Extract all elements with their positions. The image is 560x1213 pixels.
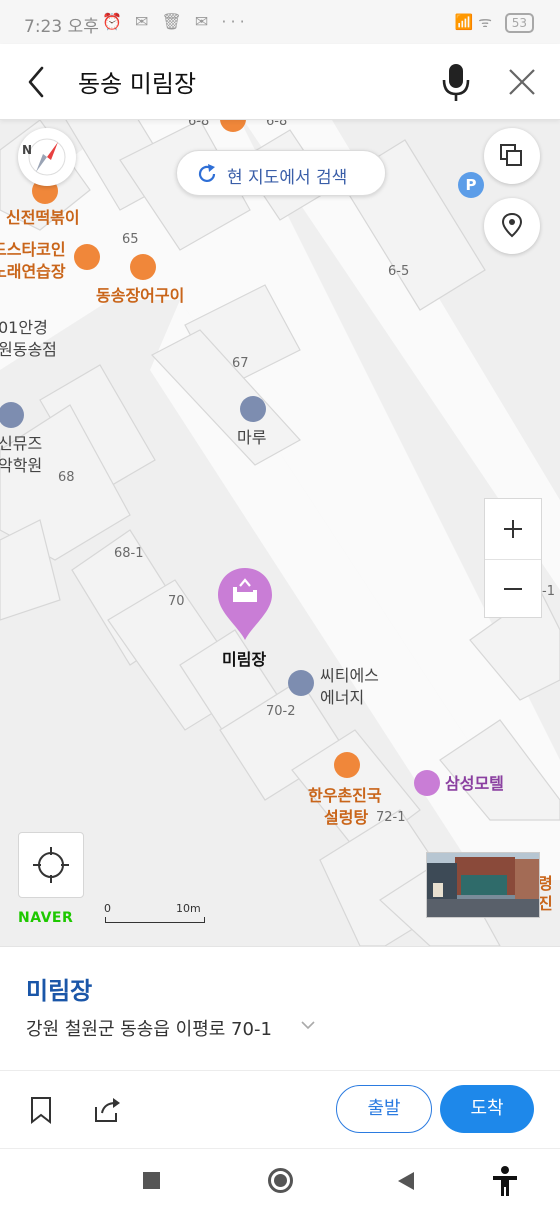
poi-label-music-1[interactable]: 신뮤즈 [0, 434, 42, 454]
scale-end: 10m [176, 902, 201, 915]
compass-button[interactable]: N [18, 128, 76, 186]
refresh-icon [198, 164, 216, 183]
poi-label-hanwoo-2[interactable]: 설렁탕 [324, 808, 368, 828]
selected-place-pin[interactable] [216, 566, 274, 642]
microphone-icon [442, 64, 470, 101]
bookmark-icon [31, 1097, 51, 1125]
my-places-button[interactable] [484, 198, 540, 254]
poi-label-samsung-motel[interactable]: 삼성모텔 [445, 774, 504, 794]
save-button[interactable] [26, 1095, 56, 1125]
depart-button[interactable]: 출발 [336, 1085, 432, 1133]
battery-icon: 53 [504, 13, 534, 33]
poi-label-coin-2[interactable]: 노래연습장 [0, 262, 66, 282]
lot-number: 6-8 [266, 120, 288, 129]
naver-logo: NAVER [18, 910, 74, 926]
selected-place-label[interactable]: 미림장 [222, 650, 266, 670]
chevron-left-icon [28, 66, 44, 98]
signal-wifi-icon: 📶 ᯤ [454, 13, 492, 31]
scale-start: 0 [104, 902, 111, 915]
recent-apps-button[interactable] [143, 1172, 160, 1189]
current-location-button[interactable] [18, 832, 84, 898]
status-time: 7:23 오후 [24, 17, 99, 37]
crosshair-icon [33, 847, 69, 883]
search-query[interactable]: 동송 미림장 [78, 64, 196, 99]
restaurant-icon[interactable] [334, 752, 360, 778]
back-button[interactable] [18, 60, 58, 104]
building-icon[interactable] [240, 396, 266, 422]
system-nav-bar [0, 1148, 560, 1213]
svg-text:N: N [22, 143, 32, 157]
lot-number: 68 [58, 470, 75, 485]
parking-icon[interactable]: P [458, 172, 484, 198]
lot-number: 68-1 [114, 546, 144, 561]
back-triangle-button[interactable] [396, 1170, 416, 1192]
street-view-thumbnail[interactable] [426, 852, 540, 918]
scale-bar [105, 917, 205, 923]
poi-label-hanwoo-1[interactable]: 한우촌진국 [308, 786, 382, 806]
poi-label-coin-1[interactable]: 드스타코인 [0, 240, 66, 260]
share-button[interactable] [92, 1095, 122, 1125]
place-address[interactable]: 강원 철원군 동송읍 이평로 70-1 [26, 1015, 272, 1041]
system-icons: 📶 ᯤ 53 [455, 12, 534, 33]
restaurant-icon[interactable] [130, 254, 156, 280]
home-button[interactable] [268, 1168, 293, 1193]
poi-label-maru[interactable]: 마루 [237, 428, 266, 448]
lot-number: 70 [168, 594, 185, 609]
street-view-image [427, 853, 539, 917]
map-view[interactable]: P 신전떡볶이 드스타코인 노래연습장 동송장어구이 01안경 원동송점 신뮤즈… [0, 120, 560, 946]
lot-number: 6-5 [388, 264, 410, 279]
plus-icon [504, 520, 522, 538]
share-icon [95, 1098, 120, 1122]
place-title[interactable]: 미림장 [26, 971, 92, 1006]
clear-button[interactable] [504, 62, 540, 102]
zoom-controls [484, 498, 542, 618]
lot-number: 67 [232, 356, 249, 371]
motel-icon[interactable] [414, 770, 440, 796]
lot-number: 70-2 [266, 704, 296, 719]
action-bar: 출발 도착 [0, 1070, 560, 1148]
poi-label-city-1[interactable]: 씨티에스 [320, 666, 379, 686]
accessibility-button[interactable] [490, 1165, 520, 1197]
poi-label-glasses-2[interactable]: 원동송점 [0, 340, 57, 360]
poi-label-city-2[interactable]: 에너지 [320, 688, 364, 708]
lot-number: 72-1 [376, 810, 406, 825]
poi-label-glasses-1[interactable]: 01안경 [0, 318, 48, 338]
close-icon [509, 69, 535, 95]
map-scale: 0 10m [104, 902, 208, 926]
poi-label-edge[interactable]: 령진 [538, 874, 560, 914]
home-dot-icon [274, 1174, 287, 1187]
building-icon[interactable] [288, 670, 314, 696]
chevron-down-icon[interactable] [300, 1017, 316, 1033]
location-pin-icon [501, 212, 523, 238]
zoom-out-button[interactable] [485, 560, 541, 618]
status-bar: 7:23 오후 ⏰ ✉ 🗑 ✉ ··· 📶 ᯤ 53 [0, 0, 560, 44]
arrive-button[interactable]: 도착 [440, 1085, 534, 1133]
zoom-in-button[interactable] [485, 499, 541, 559]
search-this-area-button[interactable]: 현 지도에서 검색 [176, 150, 386, 196]
place-info-panel[interactable]: 미림장 강원 철원군 동송읍 이평로 70-1 [0, 946, 560, 1070]
lot-number: 65 [122, 232, 139, 247]
notification-icons: ⏰ ✉ 🗑 ✉ ··· [102, 12, 249, 31]
poi-label-jangeo[interactable]: 동송장어구이 [96, 286, 184, 306]
voice-search-button[interactable] [436, 60, 476, 104]
poi-label-music-2[interactable]: 악학원 [0, 456, 42, 476]
layers-icon [500, 144, 522, 166]
poi-label-sinjeon[interactable]: 신전떡볶이 [6, 208, 80, 228]
search-this-area-label: 현 지도에서 검색 [227, 168, 348, 188]
karaoke-icon[interactable] [74, 244, 100, 270]
minus-icon [504, 588, 522, 590]
layers-button[interactable] [484, 128, 540, 184]
lot-number: -1 [542, 584, 555, 599]
compass-icon: N [22, 138, 66, 176]
lot-number: 6-8 [188, 120, 210, 129]
search-header: 동송 미림장 [0, 44, 560, 120]
